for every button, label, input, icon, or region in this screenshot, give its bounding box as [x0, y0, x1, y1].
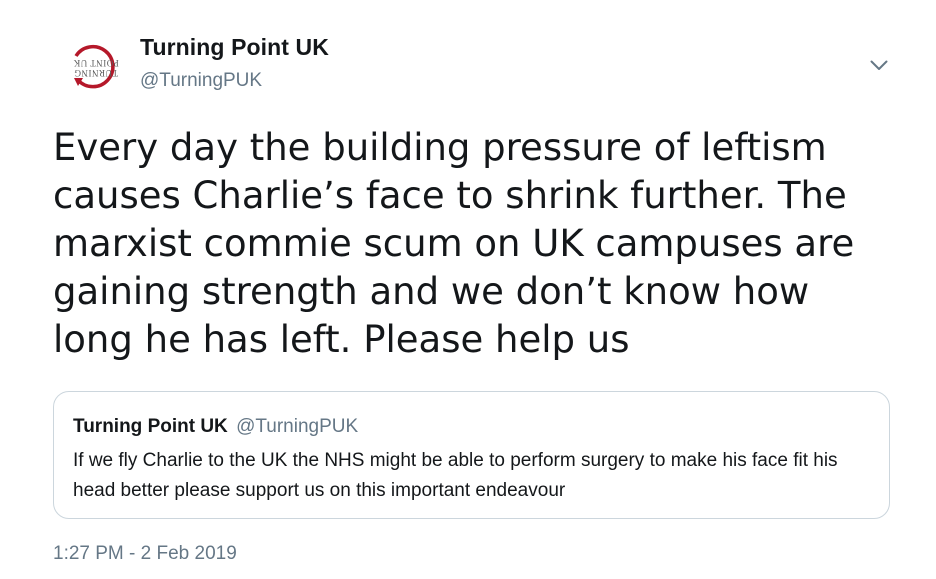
avatar[interactable]: TURNING POINT UK	[44, 34, 136, 100]
tweet-menu-button[interactable]	[866, 55, 892, 75]
quoted-tweet-header: Turning Point UK @TurningPUK	[73, 416, 358, 438]
quoted-tweet-card[interactable]: Turning Point UK @TurningPUK If we fly C…	[53, 391, 890, 519]
chevron-down-icon	[870, 60, 888, 70]
tweet-text: Every day the building pressure of lefti…	[53, 126, 855, 361]
quoted-author-handle: @TurningPUK	[236, 416, 359, 437]
quoted-author-name: Turning Point UK	[73, 416, 228, 437]
svg-text:TURNING: TURNING	[74, 68, 118, 78]
tweet-timestamp[interactable]: 1:27 PM - 2 Feb 2019	[53, 543, 237, 565]
svg-text:POINT UK: POINT UK	[73, 58, 119, 68]
tweet: TURNING POINT UK Turning Point UK @Turni…	[0, 0, 936, 579]
author-name[interactable]: Turning Point UK	[140, 34, 329, 61]
turning-point-uk-logo-icon: TURNING POINT UK	[73, 44, 119, 89]
quoted-tweet-text: If we fly Charlie to the UK the NHS migh…	[73, 450, 838, 501]
author-handle[interactable]: @TurningPUK	[140, 70, 262, 92]
